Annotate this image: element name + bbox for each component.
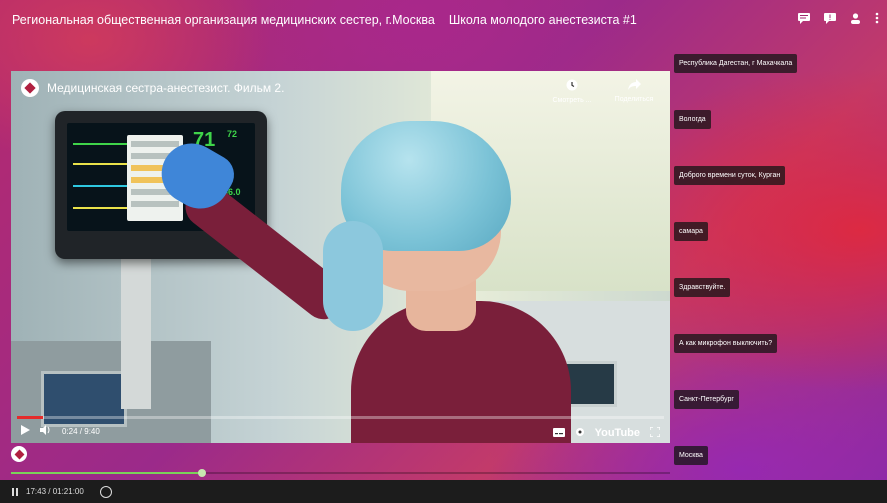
chat-message: Республика Дагестан, г Махачкала <box>674 42 798 73</box>
chat-message: А как микрофон выключить? <box>674 322 778 353</box>
video-time: 0:24 / 9:40 <box>62 426 100 436</box>
video-controls-right: YouTube <box>552 426 661 439</box>
chat-bubble: Вологда <box>674 110 711 129</box>
small-value-1: 72 <box>227 129 238 139</box>
chat-message: Санкт-Петербург <box>674 378 739 409</box>
chat-message: Вологда <box>674 98 711 129</box>
watch-later-label: Смотреть ... <box>552 97 592 104</box>
chat-message: самара <box>674 210 708 241</box>
video-title-bar: Медицинская сестра-анестезист. Фильм 2. <box>21 79 284 97</box>
settings-gear-icon[interactable] <box>575 427 585 439</box>
top-icons <box>798 12 879 27</box>
youtube-logo[interactable]: YouTube <box>595 427 640 439</box>
chat-message: Москва <box>674 434 708 465</box>
play-icon[interactable] <box>21 425 30 437</box>
chat-bubble: Москва <box>674 446 708 465</box>
chat-bubble: Республика Дагестан, г Махачкала <box>674 54 798 73</box>
chat-bubble: А как микрофон выключить? <box>674 334 778 353</box>
stream-progress-knob[interactable] <box>198 469 207 477</box>
video-progress-bar[interactable] <box>17 416 664 419</box>
chat-panel: Республика Дагестан, г Махачкала Вологда… <box>672 42 882 472</box>
chat-bubble: Санкт-Петербург <box>674 390 739 409</box>
pause-icon[interactable] <box>12 487 18 496</box>
face-mask <box>323 221 383 331</box>
watch-later-button[interactable]: Смотреть ... <box>550 79 594 104</box>
video-controls-left: 0:24 / 9:40 <box>21 425 100 437</box>
video-actions: Смотреть ... Поделиться <box>550 79 656 104</box>
chat-icon[interactable] <box>798 12 810 27</box>
chat-bubble: самара <box>674 222 708 241</box>
speed-gauge-icon[interactable] <box>99 485 112 498</box>
event-stage: Региональная общественная организация ме… <box>0 0 887 480</box>
fullscreen-icon[interactable] <box>649 426 661 439</box>
more-vert-icon[interactable] <box>875 12 879 27</box>
feedback-icon[interactable] <box>824 12 836 27</box>
share-arrow-icon <box>627 79 641 93</box>
stream-progress-fill <box>11 472 203 474</box>
stream-control-bar: 17:43 / 01:21:00 <box>0 480 887 503</box>
video-player[interactable]: 71 72 100 36.0 Медицинская сестра-анесте… <box>11 71 670 443</box>
volume-icon[interactable] <box>40 425 52 437</box>
chat-bubble: Доброго времени суток, Курган <box>674 166 786 185</box>
video-progress-fill <box>17 416 43 419</box>
stream-time: 17:43 / 01:21:00 <box>26 487 84 496</box>
video-title[interactable]: Медицинская сестра-анестезист. Фильм 2. <box>47 81 284 95</box>
subtitles-icon[interactable] <box>552 427 565 439</box>
stream-progress-track[interactable] <box>11 469 670 477</box>
person-icon[interactable] <box>850 12 861 27</box>
chat-bubble: Здравствуйте. <box>674 278 731 297</box>
org-logo-icon <box>11 446 27 462</box>
share-button[interactable]: Поделиться <box>612 79 656 104</box>
school-title: Школа молодого анестезиста #1 <box>448 13 637 27</box>
channel-logo-icon[interactable] <box>21 79 39 97</box>
chat-message: Здравствуйте. <box>674 266 731 297</box>
top-bar: Региональная общественная организация ме… <box>0 0 887 40</box>
org-title: Региональная общественная организация ме… <box>12 13 435 27</box>
clock-icon <box>566 79 578 94</box>
share-label: Поделиться <box>614 96 654 103</box>
chat-message: Доброго времени суток, Курган <box>674 154 786 185</box>
